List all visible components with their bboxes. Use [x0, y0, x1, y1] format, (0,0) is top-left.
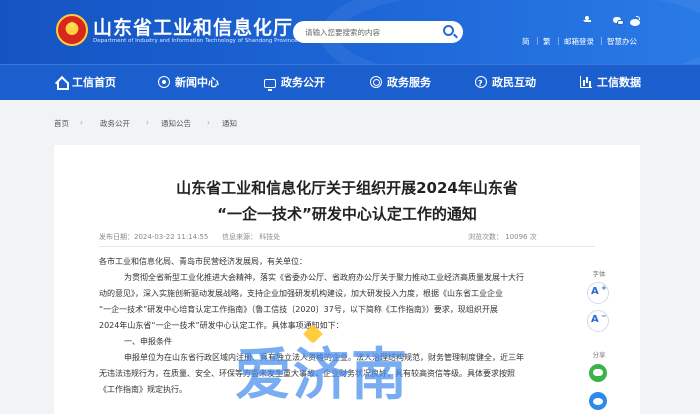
- font-icon: A: [591, 314, 599, 325]
- watermark-logo: 爱济南: [235, 343, 409, 408]
- simplified-link[interactable]: 简: [522, 36, 530, 47]
- nav-label: 工信数据: [597, 76, 641, 89]
- wechat-icon[interactable]: [613, 16, 624, 26]
- site-title[interactable]: 山东省工业和信息化厅: [93, 13, 293, 40]
- font-decrease-button[interactable]: A −: [587, 310, 609, 332]
- paragraph-salutation: 各市工业和信息化局、青岛市民营经济发展局，有关单位：: [99, 257, 307, 266]
- nav-data[interactable]: 工信数据: [580, 65, 641, 101]
- smart-office-link[interactable]: 智慧办公: [607, 36, 637, 47]
- breadcrumb-notices[interactable]: 通知公告: [161, 118, 191, 129]
- article-title-line2: “一企一技术”研发中心认定工作的通知: [217, 205, 477, 223]
- paragraph: 动的意见》，深入实施创新驱动发展战略，支持企业加强研发机构建设，加大研发投入力度…: [99, 289, 503, 298]
- search-button[interactable]: [438, 21, 463, 43]
- breadcrumb-sep: ›: [207, 118, 210, 127]
- nav-news[interactable]: 新闻中心: [158, 65, 219, 101]
- share-label: 分享: [592, 351, 606, 359]
- nav-label: 工信首页: [72, 76, 116, 89]
- service-icon: [370, 76, 382, 88]
- traditional-link[interactable]: 繁: [543, 36, 551, 47]
- info-source: 信息来源： 科技处: [222, 233, 281, 241]
- email-login-link[interactable]: 邮箱登录: [564, 36, 594, 47]
- publish-time: 发布日期：2024-03-22 11:14:55: [99, 233, 209, 241]
- gov-icon: [264, 79, 276, 91]
- main-nav: 工信首页 新闻中心 政务公开 政务服务 政民互动 工信数据: [0, 64, 700, 102]
- site-subtitle: Department of Industry and Information T…: [93, 38, 298, 44]
- divider: |: [600, 36, 603, 45]
- font-increase-button[interactable]: A +: [587, 282, 609, 304]
- breadcrumb-sep: ›: [80, 118, 83, 127]
- paragraph: “一企一技术”研发中心培育认定工作指南》（鲁工信技〔2020〕37号，以下简称《…: [99, 305, 498, 314]
- font-icon: A: [591, 286, 599, 297]
- divider: |: [536, 36, 539, 45]
- minus-icon: −: [601, 312, 607, 320]
- home-icon: [55, 76, 69, 90]
- view-count: 浏览次数： 10096 次: [468, 233, 537, 241]
- interaction-icon: [475, 66, 487, 102]
- plus-icon: +: [601, 284, 607, 292]
- nav-label: 政务公开: [281, 76, 325, 89]
- nav-label: 政民互动: [492, 76, 536, 89]
- nav-services[interactable]: 政务服务: [370, 65, 431, 101]
- meta-divider: [99, 246, 595, 247]
- nav-label: 政务服务: [387, 76, 431, 89]
- article-title-line1: 山东省工业和信息化厅关于组织开展2024年山东省: [176, 179, 518, 197]
- accessibility-icon[interactable]: [582, 16, 592, 26]
- top-links: 简 | 繁 | 邮箱登录 | 智慧办公: [520, 36, 680, 48]
- paragraph: 为贯彻全省新型工业化推进大会精神，落实《省委办公厅、省政府办公厅关于聚力推动工业…: [124, 273, 524, 282]
- breadcrumb-current: 通知: [222, 119, 237, 128]
- news-icon: [158, 76, 170, 88]
- nav-label: 新闻中心: [175, 76, 219, 89]
- weibo-icon[interactable]: [630, 16, 640, 26]
- data-icon: [580, 76, 592, 88]
- national-emblem-icon: ★: [56, 14, 88, 46]
- breadcrumb-gov-affairs[interactable]: 政务公开: [100, 118, 130, 129]
- weibo-share-icon[interactable]: [589, 392, 607, 410]
- site-header: ★ 山东省工业和信息化厅 Department of Industry and …: [0, 0, 700, 64]
- nav-home[interactable]: 工信首页: [55, 65, 116, 101]
- nav-interaction[interactable]: 政民互动: [475, 65, 536, 102]
- divider: |: [557, 36, 560, 45]
- nav-gov-affairs[interactable]: 政务公开: [264, 65, 325, 101]
- wechat-share-icon[interactable]: [589, 364, 607, 382]
- breadcrumb-sep: ›: [146, 118, 149, 127]
- font-size-label: 字体: [592, 270, 606, 278]
- breadcrumb-home[interactable]: 首页: [54, 118, 69, 129]
